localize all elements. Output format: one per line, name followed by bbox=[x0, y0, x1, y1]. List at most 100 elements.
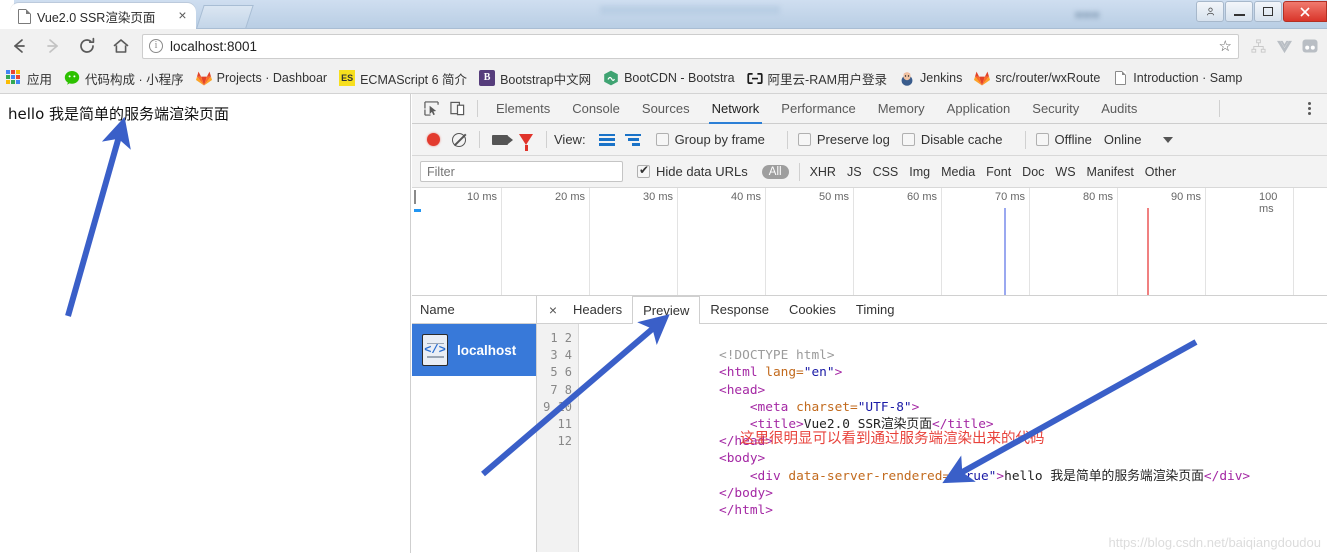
bookmark-wxroute[interactable]: src/router/wxRoute bbox=[968, 63, 1106, 93]
profile-button[interactable] bbox=[1196, 1, 1224, 22]
capture-screenshots-button[interactable] bbox=[487, 127, 513, 153]
close-icon bbox=[1300, 6, 1310, 17]
vue-devtools-button[interactable] bbox=[1271, 33, 1297, 59]
page-info-icon[interactable]: i bbox=[149, 39, 163, 53]
bookmarks-bar: 应用 代码构成 · 小程序 Projects · Dashboar ES ECM… bbox=[0, 63, 1327, 94]
bookmark-bootstrap-cn[interactable]: B Bootstrap中文网 bbox=[473, 63, 597, 93]
bootstrap-icon: B bbox=[479, 70, 496, 86]
tab-performance[interactable]: Performance bbox=[770, 94, 866, 124]
detail-tab-headers[interactable]: Headers bbox=[563, 296, 632, 324]
network-overview[interactable]: 10 ms 20 ms 30 ms 40 ms 50 ms 60 ms 70 m… bbox=[412, 188, 1327, 296]
filter-type-xhr[interactable]: XHR bbox=[810, 165, 836, 179]
blurred-title-text bbox=[600, 6, 780, 15]
bookmark-bootcdn[interactable]: BootCDN - Bootstra bbox=[597, 63, 740, 93]
preview-code-area[interactable]: 1 2 3 4 5 6 7 8 9 10 11 12 <!DOCTYPE htm… bbox=[537, 324, 1327, 552]
device-toolbar-button[interactable] bbox=[444, 96, 470, 122]
divider bbox=[546, 131, 547, 148]
throttling-value[interactable]: Online bbox=[1104, 132, 1142, 147]
url-text: localhost:8001 bbox=[170, 38, 258, 54]
extension-button[interactable] bbox=[1297, 33, 1323, 59]
blurred-tab-label-2 bbox=[320, 6, 324, 18]
view-list-button[interactable] bbox=[594, 127, 620, 153]
home-button[interactable] bbox=[106, 31, 136, 61]
bookmark-ecmascript6[interactable]: ES ECMAScript 6 简介 bbox=[333, 63, 473, 93]
page-favicon-icon bbox=[18, 8, 31, 24]
group-by-frame-label: Group by frame bbox=[674, 132, 765, 147]
view-list-icon bbox=[598, 133, 615, 146]
close-detail-icon[interactable]: × bbox=[543, 302, 563, 318]
filter-type-ws[interactable]: WS bbox=[1055, 165, 1075, 179]
kebab-menu-icon[interactable] bbox=[1297, 96, 1323, 122]
dom-content-loaded-marker bbox=[1004, 208, 1006, 295]
offline-checkbox[interactable]: Offline bbox=[1035, 132, 1092, 147]
maximize-button[interactable] bbox=[1254, 1, 1282, 22]
tab-application[interactable]: Application bbox=[936, 94, 1022, 124]
filter-type-other[interactable]: Other bbox=[1145, 165, 1176, 179]
group-by-frame-checkbox[interactable]: Group by frame bbox=[655, 132, 765, 147]
tab-elements[interactable]: Elements bbox=[485, 94, 561, 124]
bookmark-aliyun-ram[interactable]: 阿里云-RAM用户登录 bbox=[741, 63, 893, 93]
bookmark-wechat[interactable]: 代码构成 · 小程序 bbox=[58, 63, 190, 93]
chevron-down-icon[interactable] bbox=[1163, 136, 1174, 143]
clear-button[interactable] bbox=[446, 127, 472, 153]
hide-data-urls-checkbox[interactable]: Hide data URLs bbox=[637, 163, 748, 179]
preserve-log-checkbox[interactable]: Preserve log bbox=[797, 132, 890, 147]
filter-type-js[interactable]: JS bbox=[847, 165, 862, 179]
bootcdn-icon bbox=[603, 70, 619, 86]
network-filter-bar: Hide data URLs All XHR JS CSS Img Media … bbox=[412, 156, 1327, 188]
minimize-button[interactable] bbox=[1225, 1, 1253, 22]
tab-memory[interactable]: Memory bbox=[867, 94, 936, 124]
requests-column-header[interactable]: Name bbox=[412, 296, 536, 324]
overview-tick: 30 ms bbox=[643, 191, 673, 203]
filter-toggle-button[interactable] bbox=[513, 127, 539, 153]
bookmark-label: 阿里云-RAM用户登录 bbox=[767, 72, 887, 87]
inspect-element-button[interactable] bbox=[418, 96, 444, 122]
disable-cache-label: Disable cache bbox=[920, 132, 1003, 147]
tab-console[interactable]: Console bbox=[561, 94, 631, 124]
filter-type-doc[interactable]: Doc bbox=[1022, 165, 1044, 179]
bookmark-apps[interactable]: 应用 bbox=[0, 63, 58, 93]
reload-button[interactable] bbox=[72, 31, 102, 61]
bookmark-label: Projects · Dashboar bbox=[216, 71, 328, 85]
view-waterfall-button[interactable] bbox=[620, 127, 646, 153]
browser-window: ▄▄▄ Vue2.0 SSR渲染页面 × i localhost:8001 ☆ … bbox=[0, 0, 1327, 553]
disable-cache-checkbox[interactable]: Disable cache bbox=[901, 132, 1003, 147]
filter-type-all[interactable]: All bbox=[761, 164, 789, 179]
bookmark-star-icon[interactable]: ☆ bbox=[1219, 37, 1232, 55]
forward-button[interactable] bbox=[38, 31, 68, 61]
bookmark-introduction-samp[interactable]: Introduction · Samp bbox=[1106, 63, 1248, 93]
detail-tab-preview[interactable]: Preview bbox=[632, 296, 701, 325]
bookmark-jenkins[interactable]: Jenkins bbox=[893, 63, 968, 93]
back-button[interactable] bbox=[4, 31, 34, 61]
bookmark-label: 代码构成 · 小程序 bbox=[85, 72, 184, 87]
detail-tab-response[interactable]: Response bbox=[700, 296, 779, 324]
new-tab-button[interactable] bbox=[196, 5, 254, 28]
tab-security[interactable]: Security bbox=[1021, 94, 1090, 124]
filter-input[interactable] bbox=[420, 161, 623, 182]
filter-type-css[interactable]: CSS bbox=[873, 165, 899, 179]
filter-type-img[interactable]: Img bbox=[909, 165, 930, 179]
sitemap-extension-button[interactable] bbox=[1245, 33, 1271, 59]
blurred-tab-label-4 bbox=[458, 6, 462, 18]
close-button[interactable] bbox=[1283, 1, 1327, 22]
tab-network[interactable]: Network bbox=[701, 94, 771, 124]
filter-type-media[interactable]: Media bbox=[941, 165, 975, 179]
detail-tab-timing[interactable]: Timing bbox=[846, 296, 905, 324]
request-row-localhost[interactable]: </> localhost bbox=[412, 324, 536, 376]
record-button[interactable] bbox=[420, 127, 446, 153]
devtools-tabbar: Elements Console Sources Network Perform… bbox=[412, 94, 1327, 124]
filter-type-font[interactable]: Font bbox=[986, 165, 1011, 179]
address-bar[interactable]: i localhost:8001 ☆ bbox=[142, 33, 1239, 59]
home-icon bbox=[113, 39, 129, 53]
overview-tick: 50 ms bbox=[819, 191, 849, 203]
detail-tab-cookies[interactable]: Cookies bbox=[779, 296, 846, 324]
navigation-toolbar: i localhost:8001 ☆ bbox=[0, 29, 1327, 63]
bookmark-projects-dashboard[interactable]: Projects · Dashboar bbox=[190, 63, 333, 93]
tab-sources[interactable]: Sources bbox=[631, 94, 701, 124]
overview-tick: 10 ms bbox=[467, 191, 497, 203]
overview-tick: 90 ms bbox=[1171, 191, 1201, 203]
tab-active[interactable]: Vue2.0 SSR渲染页面 × bbox=[3, 3, 196, 32]
tab-audits[interactable]: Audits bbox=[1090, 94, 1148, 124]
filter-type-manifest[interactable]: Manifest bbox=[1087, 165, 1134, 179]
tab-close-icon[interactable]: × bbox=[175, 8, 190, 24]
